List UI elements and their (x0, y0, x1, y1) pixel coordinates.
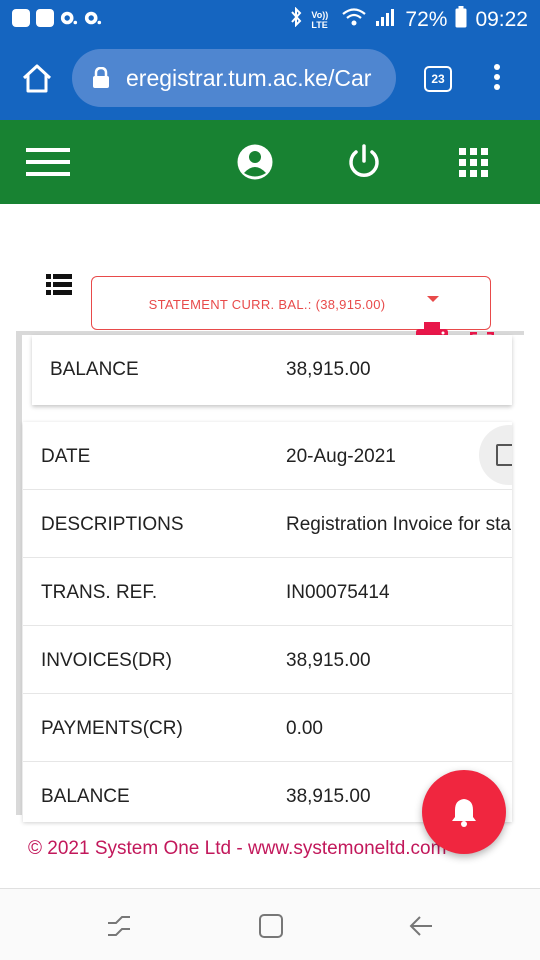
tab-switcher-button[interactable]: 23 (424, 66, 452, 92)
account-icon[interactable] (237, 144, 273, 185)
power-icon[interactable] (346, 144, 382, 185)
row-label: INVOICES(DR) (41, 650, 172, 671)
bell-icon (452, 799, 476, 827)
scroll-rule (16, 335, 22, 815)
system-status: Vo)) LTE 72% 09:22 (289, 6, 528, 34)
apps-grid-icon[interactable] (459, 148, 489, 183)
statement-content: STATEMENT CURR. BAL.: (38,915.00) BALANC… (0, 204, 540, 888)
recent-apps-icon[interactable] (106, 913, 132, 944)
url-text[interactable]: eregistrar.tum.ac.ke/Car (126, 65, 388, 92)
notification-icon (36, 9, 54, 27)
home-nav-icon[interactable] (258, 913, 284, 944)
bluetooth-icon (289, 6, 303, 33)
table-row: DATE 20-Aug-2021 (23, 422, 512, 490)
notifications-button[interactable] (422, 770, 506, 854)
signal-icon (375, 7, 397, 33)
table-row: INVOICES(DR) 38,915.00 (23, 626, 512, 694)
balance-label: BALANCE (50, 359, 139, 380)
row-label: DESCRIPTIONS (41, 514, 184, 535)
row-label: PAYMENTS(CR) (41, 718, 183, 739)
notification-icon (60, 9, 78, 27)
app-header (0, 120, 540, 204)
list-view-icon[interactable] (46, 274, 72, 296)
battery-icon (455, 6, 467, 34)
menu-icon[interactable] (26, 146, 70, 183)
row-value: 38,915.00 (286, 786, 371, 807)
table-row: TRANS. REF. IN00075414 (23, 558, 512, 626)
volte-label: Vo)) LTE (311, 10, 329, 30)
notification-icon (12, 9, 30, 27)
system-nav-bar (0, 888, 540, 960)
balance-card: BALANCE 38,915.00 (32, 335, 512, 405)
home-icon[interactable] (20, 62, 54, 96)
footer-copyright: © 2021 System One Ltd - www.systemoneltd… (28, 838, 447, 859)
table-row: PAYMENTS(CR) 0.00 (23, 694, 512, 762)
clock: 09:22 (475, 8, 528, 31)
row-label: BALANCE (41, 786, 130, 807)
status-bar: Vo)) LTE 72% 09:22 (0, 0, 540, 38)
battery-percent: 72% (405, 8, 448, 31)
caret-down-icon (427, 296, 439, 302)
checkbox-icon (496, 444, 512, 466)
row-value: IN00075414 (286, 582, 390, 603)
table-row: DESCRIPTIONS Registration Invoice for st… (23, 490, 512, 558)
row-label: TRANS. REF. (41, 582, 158, 603)
row-label: DATE (41, 446, 91, 467)
address-bar[interactable]: eregistrar.tum.ac.ke/Car (72, 49, 396, 107)
row-value: 38,915.00 (286, 650, 371, 671)
lock-icon (92, 66, 110, 89)
more-options-icon[interactable] (490, 64, 504, 94)
notification-icon (84, 9, 102, 27)
row-value: Registration Invoice for sta (286, 514, 511, 535)
browser-toolbar: eregistrar.tum.ac.ke/Car 23 (0, 38, 540, 120)
transaction-detail-card: DATE 20-Aug-2021 DESCRIPTIONS Registrati… (23, 422, 512, 822)
wifi-icon (341, 7, 367, 33)
notification-icons (12, 9, 102, 27)
back-icon[interactable] (408, 913, 434, 944)
row-value: 0.00 (286, 718, 323, 739)
statement-select-label: STATEMENT CURR. BAL.: (38,915.00) (148, 297, 386, 312)
row-checkbox[interactable] (479, 425, 512, 485)
balance-value: 38,915.00 (286, 359, 371, 380)
row-value: 20-Aug-2021 (286, 446, 396, 467)
